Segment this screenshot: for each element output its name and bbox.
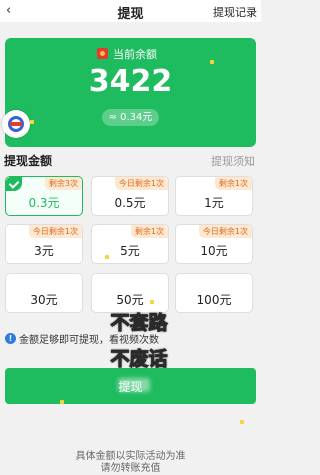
remaining-count-tag: 剩余1次 xyxy=(130,225,168,238)
amount-option[interactable]: 今日剩余1次 3元 xyxy=(5,224,83,264)
remaining-count-tag: 今日剩余1次 xyxy=(114,177,168,190)
remaining-count-tag: 今日剩余1次 xyxy=(198,225,252,238)
section-title: 提现金额 xyxy=(4,154,53,168)
amount-option-value: 100元 xyxy=(196,293,232,307)
confetti xyxy=(60,400,64,404)
confetti xyxy=(150,300,154,304)
amount-option-value: 1元 xyxy=(204,196,224,210)
overlay-caption-line2: 不废话 xyxy=(110,348,168,371)
amount-option[interactable]: 50元 xyxy=(91,273,169,313)
balance-amount: 3422 xyxy=(88,64,173,99)
amount-option-value: 10元 xyxy=(200,244,228,258)
footer-note-2: 请勿转账充值 xyxy=(100,463,161,474)
amount-option-value: 3元 xyxy=(34,244,54,258)
app-logo-icon xyxy=(2,110,30,138)
blurred-text xyxy=(118,378,150,392)
confetti xyxy=(240,420,244,424)
remaining-count-tag: 剩余3次 xyxy=(44,177,82,190)
overlay-caption-line1: 不套路 xyxy=(110,312,168,335)
check-icon xyxy=(6,177,22,191)
amount-option[interactable]: 100元 xyxy=(175,273,253,313)
amount-option-value: 30元 xyxy=(30,293,58,307)
amount-option[interactable]: 30元 xyxy=(5,273,83,313)
amount-option-value: 0.3元 xyxy=(28,196,60,210)
amount-option-value: 50元 xyxy=(116,293,144,307)
balance-label: 当前余额 xyxy=(113,48,157,61)
top-bar: ‹ 提现 提现记录 xyxy=(0,0,261,22)
amount-option[interactable]: 剩余3次 0.3元 xyxy=(5,176,83,216)
balance-equivalent: ≈ 0.34元 xyxy=(102,109,159,126)
info-icon: ! xyxy=(5,333,16,344)
amount-option[interactable]: 今日剩余1次 10元 xyxy=(175,224,253,264)
amount-option[interactable]: 今日剩余1次 0.5元 xyxy=(91,176,169,216)
balance-card: 当前余额 3422 ≈ 0.34元 xyxy=(5,38,256,147)
remaining-count-tag: 今日剩余1次 xyxy=(28,225,82,238)
amount-option-value: 5元 xyxy=(120,244,140,258)
confetti xyxy=(210,60,214,64)
confetti xyxy=(30,120,34,124)
amount-option-value: 0.5元 xyxy=(114,196,146,210)
withdraw-records-link[interactable]: 提现记录 xyxy=(213,4,257,20)
withdraw-notice-link[interactable]: 提现须知 xyxy=(211,153,255,169)
amount-option[interactable]: 剩余1次 1元 xyxy=(175,176,253,216)
confetti xyxy=(105,255,109,259)
remaining-count-tag: 剩余1次 xyxy=(214,177,252,190)
amount-option[interactable]: 剩余1次 5元 xyxy=(91,224,169,264)
red-envelope-icon xyxy=(97,48,108,59)
